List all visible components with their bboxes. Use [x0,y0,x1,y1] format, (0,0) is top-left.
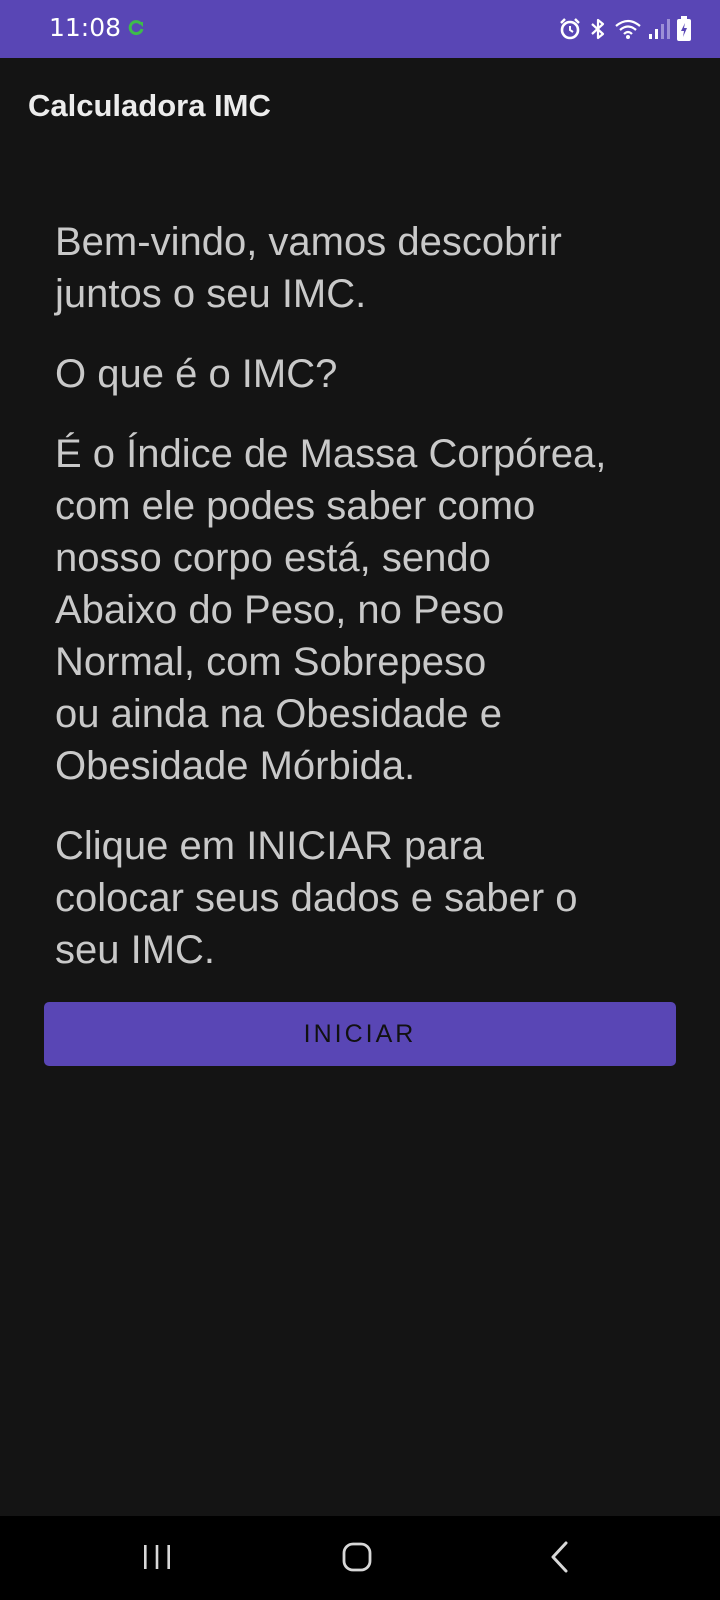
navigation-bar [0,1516,720,1600]
sync-icon [126,18,146,38]
app-title: Calculadora IMC [28,88,271,123]
question-text: O que é o IMC? [55,352,338,396]
recents-button[interactable] [132,1534,182,1584]
back-icon [548,1540,572,1578]
bluetooth-icon [588,17,608,41]
status-icons [558,14,692,44]
home-icon [341,1541,373,1577]
battery-charging-icon [676,16,692,42]
explanation-text: É o Índice de Massa Corpórea, com ele po… [55,432,607,788]
start-button[interactable]: INICIAR [44,1002,676,1066]
alarm-icon [558,17,582,41]
back-button[interactable] [535,1534,585,1584]
signal-icon [648,17,670,41]
welcome-text: Bem-vindo, vamos descobrir juntos o seu … [55,220,562,316]
instruction-text: Clique em INICIAR para colocar seus dado… [55,824,578,972]
status-time: 11:08 [49,13,122,42]
intro-content: Bem-vindo, vamos descobrir juntos o seu … [55,216,675,976]
status-bar: 11:08 [0,0,720,58]
recents-icon [140,1542,174,1576]
home-button[interactable] [332,1534,382,1584]
wifi-icon [614,17,642,41]
app-bar: Calculadora IMC [0,58,720,158]
